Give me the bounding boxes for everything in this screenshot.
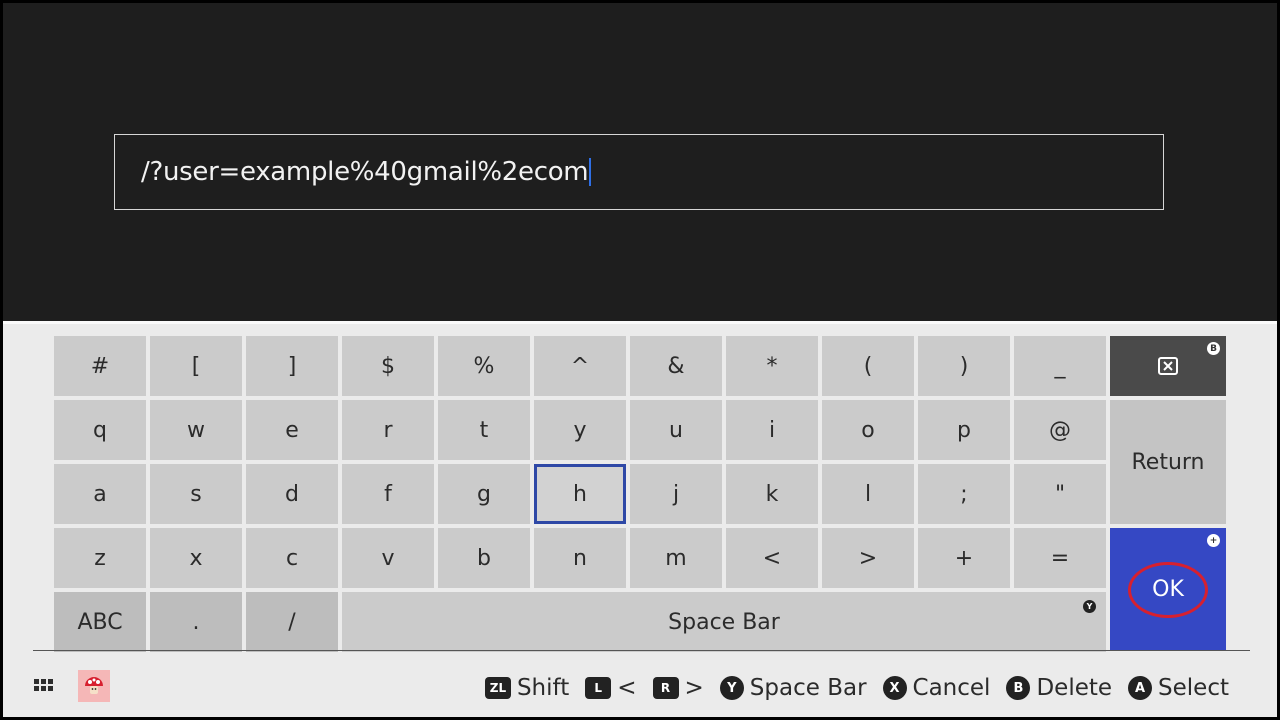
hint-label: Delete [1036,675,1113,701]
key-3-10[interactable]: = [1014,528,1106,588]
key-0-3[interactable]: $ [342,336,434,396]
key-2-7[interactable]: k [726,464,818,524]
key-0-2[interactable]: ] [246,336,338,396]
input-value: /?user=example%40gmail%2ecom [141,157,589,187]
ok-key[interactable]: OK + [1110,528,1226,651]
return-label: Return [1131,449,1205,475]
key-3-2[interactable]: c [246,528,338,588]
hint-label: Cancel [912,675,991,701]
space-bar-key-label: Space Bar [668,609,780,635]
key-0-4[interactable]: % [438,336,530,396]
period-key-label: . [192,609,200,635]
divider [3,321,1277,324]
hint-delete-5[interactable]: B Delete [1006,675,1112,701]
mushroom-avatar-icon[interactable] [78,670,110,702]
hint-label: Shift [516,675,570,701]
key-1-9[interactable]: p [918,400,1010,460]
grid-menu-icon[interactable] [34,679,53,691]
a-button-icon: A [1128,676,1153,700]
hint---1[interactable]: L < [585,675,637,701]
hint-space-bar-3[interactable]: Y Space Bar [719,675,867,701]
key-1-0[interactable]: q [54,400,146,460]
software-keyboard-screen: /?user=example%40gmail%2ecom #[] $% ^ & *() _… [3,3,1277,717]
slash-key-label: / [288,609,296,635]
abc-key-label: ABC [77,609,123,635]
key-1-1[interactable]: w [150,400,242,460]
key-2-9[interactable]: ; [918,464,1010,524]
key-3-4[interactable]: b [438,528,530,588]
return-key[interactable]: Return [1110,400,1226,524]
backspace-icon [1158,357,1178,375]
key-0-8[interactable]: ( [822,336,914,396]
key-3-9[interactable]: + [918,528,1010,588]
period-key[interactable]: . [150,592,242,652]
hint-shift-0[interactable]: ZL Shift [484,675,570,701]
key-0-6[interactable]: & [630,336,722,396]
space-bar-key[interactable]: Space Bar Y [342,592,1106,652]
y-button-icon: Y [719,676,744,700]
key-3-1[interactable]: x [150,528,242,588]
key-0-9[interactable]: ) [918,336,1010,396]
key-2-3[interactable]: f [342,464,434,524]
key-2-10[interactable]: " [1014,464,1106,524]
key-2-4[interactable]: g [438,464,530,524]
key-0-10[interactable]: _ [1014,336,1106,396]
ok-highlight-ring: OK [1128,561,1208,618]
ok-label: OK [1152,577,1184,602]
key-3-8[interactable]: > [822,528,914,588]
b-button-icon: B [1006,676,1031,700]
hint-label: > [684,675,704,701]
key-2-8[interactable]: l [822,464,914,524]
key-1-3[interactable]: r [342,400,434,460]
key-3-0[interactable]: z [54,528,146,588]
key-3-5[interactable]: n [534,528,626,588]
key-0-0[interactable]: # [54,336,146,396]
key-2-0[interactable]: a [54,464,146,524]
key-2-2[interactable]: d [246,464,338,524]
x-button-icon: X [882,676,907,700]
mushroom-icon [85,677,103,694]
abc-key[interactable]: ABC [54,592,146,652]
key-3-3[interactable]: v [342,528,434,588]
y-button-badge-icon: Y [1083,600,1096,613]
slash-key[interactable]: / [246,592,338,652]
key-3-6[interactable]: m [630,528,722,588]
key-0-1[interactable]: [ [150,336,242,396]
zl-button-icon: ZL [484,677,511,699]
hint-label: Select [1158,675,1229,701]
hint-label: < [617,675,637,701]
key-1-10[interactable]: @ [1014,400,1106,460]
button-hints: ZL Shift L < R > Y Space Bar X Cancel B Delete A Sele… [484,670,1229,706]
key-3-7[interactable]: < [726,528,818,588]
text-caret [589,158,592,186]
backspace-key[interactable]: B [1110,336,1226,396]
hint---2[interactable]: R > [652,675,704,701]
key-0-5[interactable]: ^ [534,336,626,396]
hint-cancel-4[interactable]: X Cancel [882,675,991,701]
key-2-1[interactable]: s [150,464,242,524]
key-0-7[interactable]: * [726,336,818,396]
hint-select-6[interactable]: A Select [1128,675,1229,701]
key-2-5[interactable]: h [534,464,626,524]
r-button-icon: R [652,677,679,699]
key-1-2[interactable]: e [246,400,338,460]
hint-label: Space Bar [749,675,867,701]
text-input-field[interactable]: /?user=example%40gmail%2ecom [114,134,1164,210]
footer-divider [33,650,1250,651]
key-1-6[interactable]: u [630,400,722,460]
l-button-icon: L [585,677,612,699]
key-1-8[interactable]: o [822,400,914,460]
key-2-6[interactable]: j [630,464,722,524]
b-button-badge-icon: B [1207,342,1220,355]
key-1-5[interactable]: y [534,400,626,460]
key-1-4[interactable]: t [438,400,530,460]
plus-button-badge-icon: + [1207,534,1220,547]
key-1-7[interactable]: i [726,400,818,460]
input-area: /?user=example%40gmail%2ecom [3,3,1277,321]
